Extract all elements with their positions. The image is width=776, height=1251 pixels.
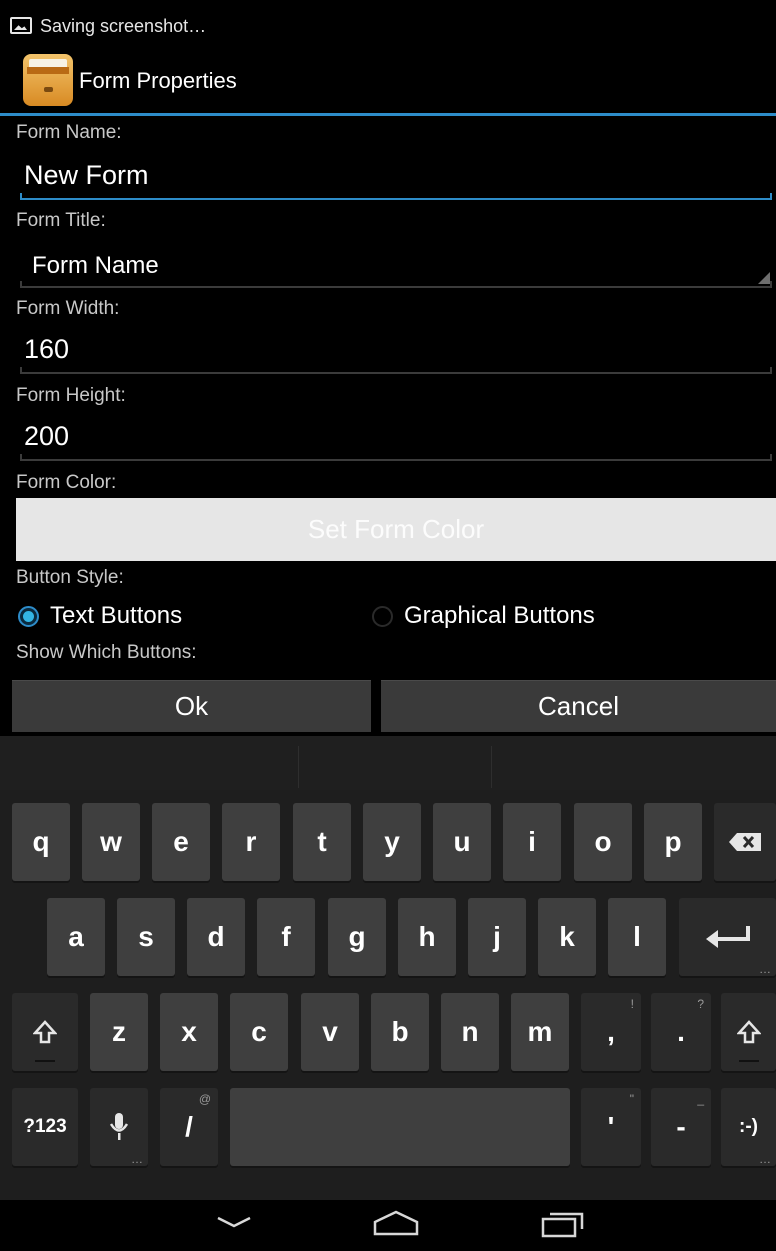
key-comma-label: , xyxy=(607,1016,615,1047)
key-d[interactable]: d xyxy=(187,898,245,976)
button-style-label: Button Style: xyxy=(16,567,124,588)
radio-graphical-buttons[interactable]: Graphical Buttons xyxy=(372,598,595,634)
radio-text-buttons[interactable]: Text Buttons xyxy=(18,598,182,634)
form-width-underline xyxy=(20,367,772,374)
enter-more-dots: … xyxy=(759,962,771,976)
key-k[interactable]: k xyxy=(538,898,596,976)
key-dash-label: - xyxy=(676,1111,686,1142)
key-x[interactable]: x xyxy=(160,993,218,1071)
radio-selected-icon xyxy=(18,605,39,627)
key-period[interactable]: . ? xyxy=(651,993,711,1071)
set-form-color-button[interactable]: Set Form Color xyxy=(16,498,776,561)
key-f[interactable]: f xyxy=(257,898,315,976)
voice-more-dots: … xyxy=(131,1152,143,1166)
smiley-key-label: :-) xyxy=(739,1116,758,1137)
key-r[interactable]: r xyxy=(222,803,280,881)
key-j[interactable]: j xyxy=(468,898,526,976)
symbols-key[interactable]: ?123 xyxy=(12,1088,78,1166)
key-comma-hint: ! xyxy=(630,997,634,1011)
form-name-underline xyxy=(20,193,772,200)
key-l[interactable]: l xyxy=(608,898,666,976)
key-c[interactable]: c xyxy=(230,993,288,1071)
key-apostrophe-label: ' xyxy=(607,1111,615,1142)
key-period-label: . xyxy=(677,1016,685,1047)
key-h[interactable]: h xyxy=(398,898,456,976)
form-title-label: Form Title: xyxy=(16,210,106,231)
key-v[interactable]: v xyxy=(301,993,359,1071)
hide-keyboard-icon[interactable] xyxy=(214,1212,254,1232)
shift-icon xyxy=(736,1020,761,1044)
form-title-dropdown[interactable]: Form Name xyxy=(20,244,772,288)
form-width-value: 160 xyxy=(24,334,70,364)
shift-key-left[interactable] xyxy=(12,993,78,1071)
form-title-value: Form Name xyxy=(32,252,159,279)
key-m[interactable]: m xyxy=(511,993,569,1071)
smiley-key[interactable]: :-) … xyxy=(721,1088,776,1166)
smiley-more-dots: … xyxy=(759,1152,771,1166)
backspace-key[interactable] xyxy=(714,803,776,881)
key-s[interactable]: s xyxy=(117,898,175,976)
key-o[interactable]: o xyxy=(574,803,632,881)
key-i[interactable]: i xyxy=(503,803,561,881)
dropdown-corner-icon xyxy=(758,272,770,284)
form-width-label: Form Width: xyxy=(16,298,120,319)
key-apostrophe[interactable]: ' " xyxy=(581,1088,641,1166)
key-period-hint: ? xyxy=(697,997,704,1011)
form-height-underline xyxy=(20,454,772,461)
shift-key-right[interactable] xyxy=(721,993,776,1071)
key-w[interactable]: w xyxy=(82,803,140,881)
key-t[interactable]: t xyxy=(293,803,351,881)
key-slash[interactable]: / @ xyxy=(160,1088,218,1166)
microphone-icon xyxy=(110,1113,128,1140)
key-dash-hint: _ xyxy=(697,1092,704,1106)
form-height-field[interactable]: 200 xyxy=(20,417,772,461)
key-q[interactable]: q xyxy=(12,803,70,881)
show-buttons-label: Show Which Buttons: xyxy=(16,642,197,663)
form-height-value: 200 xyxy=(24,421,70,451)
key-dash[interactable]: - _ xyxy=(651,1088,711,1166)
key-y[interactable]: y xyxy=(363,803,421,881)
key-slash-hint: @ xyxy=(198,1092,211,1106)
spacebar-key[interactable] xyxy=(230,1088,570,1166)
ok-button[interactable]: Ok xyxy=(12,680,371,732)
status-notification-text: Saving screenshot… xyxy=(40,16,207,36)
key-n[interactable]: n xyxy=(441,993,499,1071)
cancel-button[interactable]: Cancel xyxy=(381,680,776,732)
home-icon[interactable] xyxy=(372,1210,420,1236)
key-a[interactable]: a xyxy=(47,898,105,976)
key-slash-label: / xyxy=(185,1111,193,1142)
key-apostrophe-hint: " xyxy=(629,1092,634,1106)
key-p[interactable]: p xyxy=(644,803,702,881)
app-icon[interactable] xyxy=(23,54,73,106)
shift-icon xyxy=(33,1020,57,1044)
soft-keyboard: q w e r t y u i o p a s d f g h j k l … … xyxy=(0,736,776,1200)
key-z[interactable]: z xyxy=(90,993,148,1071)
key-comma[interactable]: , ! xyxy=(581,993,641,1071)
form-color-label: Form Color: xyxy=(16,472,117,493)
form-name-value: New Form xyxy=(24,160,149,190)
voice-input-key[interactable]: … xyxy=(90,1088,148,1166)
screenshot-icon xyxy=(10,17,32,34)
form-width-field[interactable]: 160 xyxy=(20,330,772,374)
enter-key[interactable]: … xyxy=(679,898,776,976)
navigation-bar xyxy=(0,1200,776,1251)
form-height-label: Form Height: xyxy=(16,385,126,406)
enter-icon xyxy=(705,926,750,948)
form-title-underline xyxy=(20,281,772,288)
radio-unselected-icon xyxy=(372,605,393,627)
status-bar: Saving screenshot… xyxy=(0,0,776,44)
page-title: Form Properties xyxy=(79,68,237,93)
form-name-field[interactable]: New Form xyxy=(20,156,772,200)
key-u[interactable]: u xyxy=(433,803,491,881)
key-g[interactable]: g xyxy=(328,898,386,976)
backspace-icon xyxy=(729,833,761,851)
recent-apps-icon[interactable] xyxy=(540,1208,588,1238)
suggestion-strip[interactable] xyxy=(0,736,776,790)
key-e[interactable]: e xyxy=(152,803,210,881)
action-bar: Form Properties xyxy=(0,44,776,116)
form-name-label: Form Name: xyxy=(16,122,122,143)
radio-graphical-buttons-label: Graphical Buttons xyxy=(404,602,595,629)
key-b[interactable]: b xyxy=(371,993,429,1071)
radio-text-buttons-label: Text Buttons xyxy=(50,602,183,629)
